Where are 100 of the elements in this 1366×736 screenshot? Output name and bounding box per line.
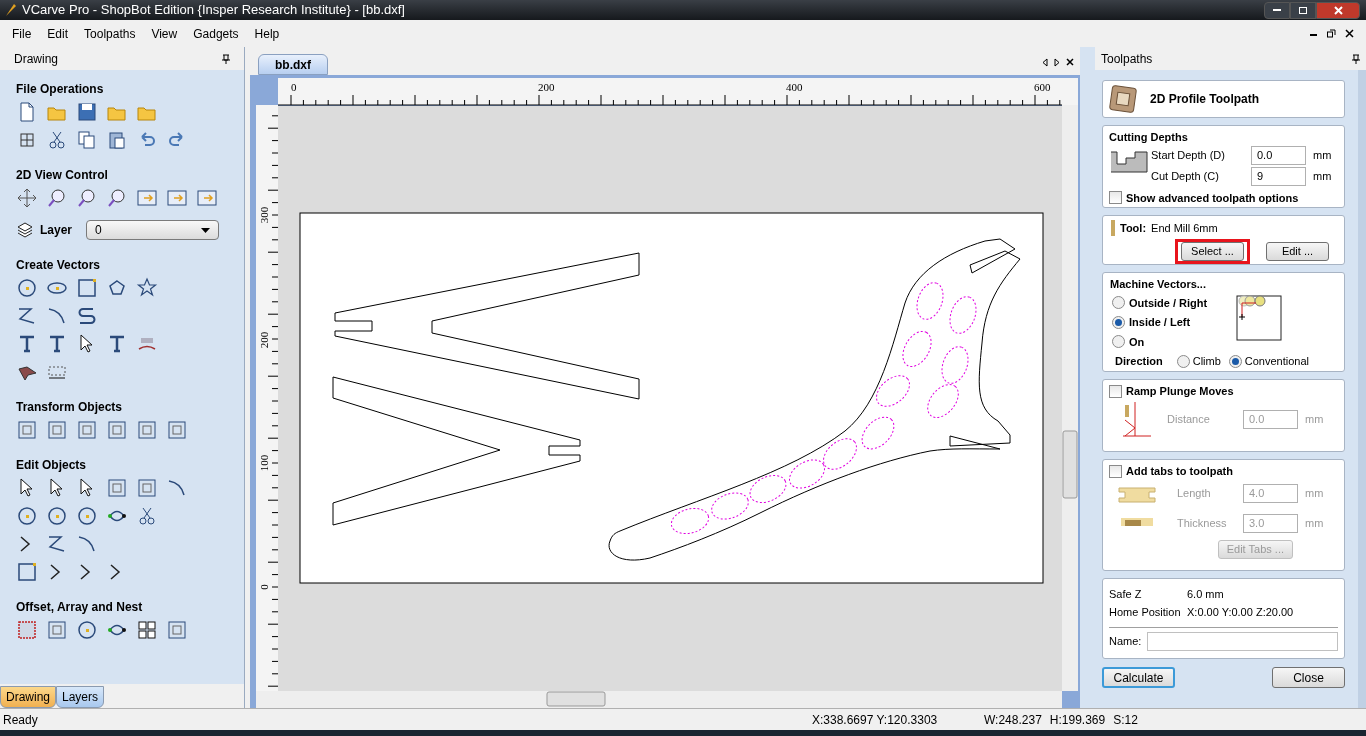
panel-tab[interactable]: Drawing [0,686,56,708]
panel-tab[interactable]: Layers [56,686,105,708]
unit-label: mm [1313,147,1332,163]
caret-icon [201,227,211,233]
checkbox[interactable] [1109,191,1122,205]
tool-name: End Mill 6mm [1151,221,1218,236]
unit-label: mm [1305,516,1324,532]
radio-label: Conventional [1244,354,1310,369]
layer-dropdown[interactable]: 0 [86,220,220,240]
paste-icon[interactable] [106,129,128,151]
selection-count: S:12 [1113,711,1138,729]
field-label: Length [1177,486,1212,502]
menu-item[interactable]: File [4,24,40,43]
checkbox-label: Show advanced toolpath options [1126,190,1299,206]
ruler-label: 400 [786,81,803,93]
menu-item[interactable]: Help [246,24,288,43]
menu-item[interactable]: Edit [39,24,77,43]
ruler-label: 0 [291,81,297,93]
setting-label: Home Position [1109,604,1182,620]
field-label: Thickness [1177,516,1228,532]
close-icon [1333,5,1343,15]
unit-label: mm [1305,486,1324,502]
zoom-icon[interactable] [76,187,98,209]
menu-item[interactable]: Toolpaths [76,24,144,43]
ruler-label: 0 [258,584,270,590]
scroll-left-icon[interactable] [1042,58,1048,67]
scroll-right-icon[interactable] [1054,58,1060,67]
section-title: Edit Objects [16,457,87,474]
dialog-button[interactable]: Close [1272,667,1345,688]
radio-button[interactable] [1228,354,1242,368]
checkbox[interactable] [1109,384,1122,398]
menu-item[interactable]: View [143,24,186,43]
field-label: Start Depth (D) [1151,147,1226,163]
radio-button[interactable] [1112,296,1125,310]
save-icon[interactable] [76,101,98,123]
panel-title: Toolpaths [1101,50,1153,68]
radio-label: Outside / Right [1129,295,1208,311]
input-field[interactable]: 9 [1251,166,1306,186]
checkbox[interactable] [1109,464,1122,478]
grid-icon[interactable] [136,619,158,641]
scissors-icon[interactable] [136,505,158,527]
scroll-thumb[interactable] [1062,430,1078,499]
setting-value: 6.0 mm [1187,586,1224,602]
status-message: Ready [2,711,39,729]
zoom-icon[interactable] [46,187,68,209]
direction-label: Direction [1115,354,1163,369]
section-title: Transform Objects [16,399,124,416]
radio-button[interactable] [1112,335,1125,349]
group-title: Machine Vectors... [1110,277,1207,292]
close-icon[interactable] [1066,58,1074,66]
radio-label: On [1129,334,1145,350]
horizontal-scrollbar[interactable] [256,691,1062,708]
move-arrows-icon[interactable] [16,187,38,209]
panel-icon[interactable] [166,187,188,209]
name-input[interactable] [1147,632,1338,651]
unit-label: mm [1305,412,1324,428]
layer-label: Layer [40,222,73,239]
input-field[interactable]: 0.0 [1251,145,1306,165]
document-tab[interactable]: bb.dxf [258,54,328,75]
scroll-thumb[interactable] [546,691,606,707]
tool-button[interactable]: Select ... [1175,238,1250,264]
dialog-button[interactable]: Calculate [1102,667,1175,688]
radio-label: Climb [1192,354,1221,369]
setting-label: Safe Z [1109,586,1143,602]
star-icon[interactable] [136,277,158,299]
vector-drawing[interactable] [332,238,1021,561]
maximize-button[interactable] [1290,1,1316,19]
end-mill-icon [1111,220,1115,237]
rectangle-icon[interactable] [76,277,98,299]
menu-item[interactable]: Gadgets [185,24,247,43]
panel-icon[interactable] [136,187,158,209]
setting-value: X:0.00 Y:0.00 Z:20.00 [1187,604,1294,620]
scissors-icon[interactable] [46,129,68,151]
minimize-button[interactable] [1264,1,1290,19]
app-logo-icon [3,3,17,17]
close-button[interactable] [1316,1,1360,19]
pin-icon[interactable] [222,53,230,64]
zoom-icon[interactable] [106,187,128,209]
unit-label: mm [1313,168,1332,184]
panel-icon[interactable] [196,187,218,209]
section-title: File Operations [16,81,105,98]
copy-icon[interactable] [76,129,98,151]
offset-icon[interactable] [16,619,38,641]
circle-icon[interactable] [16,277,38,299]
ruler-label: 100 [258,454,270,472]
section-title: 2D View Control [16,167,109,184]
rounded-rect-icon[interactable] [16,561,38,583]
ruler-label: 300 [258,206,270,224]
name-label: Name: [1109,634,1142,650]
selection-width: W:248.237 [984,711,1042,729]
pin-icon[interactable] [1352,53,1360,64]
close-icon[interactable] [1345,29,1354,38]
curve-icon[interactable] [76,305,98,327]
section-title: Create Vectors [16,257,102,274]
radio-button[interactable] [1176,354,1190,368]
restore-icon[interactable] [1327,29,1336,38]
cut-side-diagram [1236,294,1282,341]
radio-button[interactable] [1112,315,1125,329]
checkbox-label: Add tabs to toolpath [1126,464,1233,479]
checkbox-label: Ramp Plunge Moves [1126,384,1234,399]
